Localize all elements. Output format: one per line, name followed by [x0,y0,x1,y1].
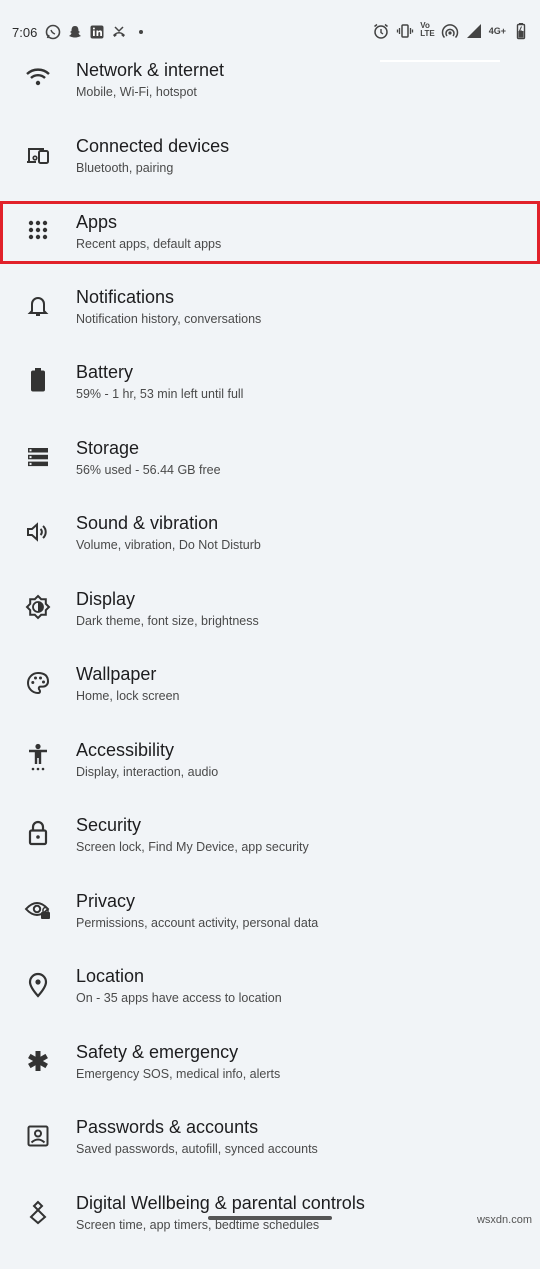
settings-item-subtitle: Emergency SOS, medical info, alerts [76,1067,280,1081]
status-notification-icons [45,24,149,40]
home-gesture-bar[interactable] [208,1216,332,1220]
battery-icon [512,22,530,40]
accessibility-icon [24,743,52,771]
account-box-icon [24,1122,52,1150]
settings-item-subtitle: Screen lock, Find My Device, app securit… [76,840,309,854]
settings-item-title: Battery [76,362,133,383]
settings-item-subtitle: Bluetooth, pairing [76,161,173,175]
settings-item-privacy[interactable]: Privacy Permissions, account activity, p… [0,891,540,967]
settings-item-subtitle: Saved passwords, autofill, synced accoun… [76,1142,318,1156]
settings-item-subtitle: Display, interaction, audio [76,765,218,779]
settings-item-title: Safety & emergency [76,1042,238,1063]
volte-label-mid: LTE [420,30,435,38]
volte-icon: Vo LTE [420,22,435,40]
speaker-icon [24,518,52,546]
battery-icon [24,366,52,394]
settings-item-title: Wallpaper [76,664,156,685]
settings-item-subtitle: Notification history, conversations [76,312,261,326]
signal-icon [465,22,483,40]
settings-item-apps[interactable]: Apps Recent apps, default apps [0,212,540,288]
settings-item-notifications[interactable]: Notifications Notification history, conv… [0,287,540,363]
hotspot-icon [441,22,459,40]
devices-icon [24,142,52,170]
alarm-icon [372,22,390,40]
settings-item-title: Display [76,589,135,610]
settings-item-subtitle: Dark theme, font size, brightness [76,614,259,628]
wifi-icon [24,64,52,92]
settings-item-accessibility[interactable]: Accessibility Display, interaction, audi… [0,740,540,816]
eye-lock-icon [24,896,52,924]
settings-item-title: Location [76,966,144,987]
settings-item-title: Apps [76,212,117,233]
settings-item-passwords[interactable]: Passwords & accounts Saved passwords, au… [0,1117,540,1193]
settings-item-storage[interactable]: Storage 56% used - 56.44 GB free [0,438,540,514]
settings-item-subtitle: On - 35 apps have access to location [76,991,282,1005]
wellbeing-icon [24,1198,52,1226]
settings-item-title: Security [76,815,141,836]
settings-item-connected-devices[interactable]: Connected devices Bluetooth, pairing [0,136,540,212]
status-time: 7:06 [12,25,37,40]
status-bar: 7:06 Vo LTE [0,0,540,64]
settings-item-wallpaper[interactable]: Wallpaper Home, lock screen [0,664,540,740]
settings-item-subtitle: 59% - 1 hr, 53 min left until full [76,387,243,401]
snapchat-icon [67,24,83,40]
settings-item-subtitle: Permissions, account activity, personal … [76,916,318,930]
settings-item-network[interactable]: Network & internet Mobile, Wi-Fi, hotspo… [0,60,540,136]
settings-item-title: Storage [76,438,139,459]
status-system-icons: Vo LTE 4G+ [372,22,530,40]
4g-icon: 4G+ [489,22,506,40]
settings-item-subtitle: Volume, vibration, Do Not Disturb [76,538,261,552]
settings-item-title: Accessibility [76,740,174,761]
lock-icon [24,819,52,847]
settings-item-location[interactable]: Location On - 35 apps have access to loc… [0,966,540,1042]
apps-grid-icon [24,216,52,244]
settings-item-subtitle: 56% used - 56.44 GB free [76,463,221,477]
settings-item-subtitle: Mobile, Wi-Fi, hotspot [76,85,197,99]
settings-item-safety[interactable]: Safety & emergency Emergency SOS, medica… [0,1042,540,1118]
bell-icon [24,292,52,320]
linkedin-icon [89,24,105,40]
whatsapp-icon [45,24,61,40]
settings-item-security[interactable]: Security Screen lock, Find My Device, ap… [0,815,540,891]
settings-item-battery[interactable]: Battery 59% - 1 hr, 53 min left until fu… [0,362,540,438]
settings-item-title: Connected devices [76,136,229,157]
settings-item-title: Privacy [76,891,135,912]
settings-item-display[interactable]: Display Dark theme, font size, brightnes… [0,589,540,665]
watermark-text: wsxdn.com [477,1214,532,1226]
settings-item-subtitle: Home, lock screen [76,689,180,703]
palette-icon [24,669,52,697]
settings-item-sound[interactable]: Sound & vibration Volume, vibration, Do … [0,513,540,589]
settings-item-digital-wellbeing[interactable]: Digital Wellbeing & parental controls Sc… [0,1193,540,1269]
settings-item-title: Sound & vibration [76,513,218,534]
location-pin-icon [24,971,52,999]
settings-item-title: Network & internet [76,60,224,81]
missed-call-icon [111,24,127,40]
settings-item-title: Notifications [76,287,174,308]
settings-item-subtitle: Recent apps, default apps [76,237,221,251]
asterisk-icon [24,1047,52,1075]
settings-item-title: Passwords & accounts [76,1117,258,1138]
brightness-icon [24,593,52,621]
settings-item-title: Digital Wellbeing & parental controls [76,1193,365,1214]
storage-icon [24,443,52,471]
dot-icon [133,24,149,40]
vibrate-icon [396,22,414,40]
